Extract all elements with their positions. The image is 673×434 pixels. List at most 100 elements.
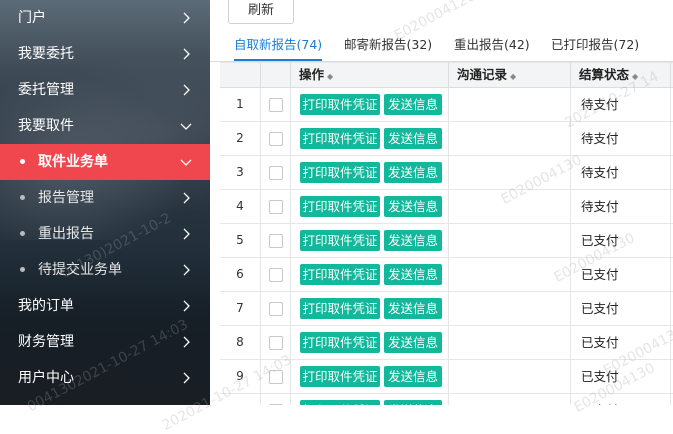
row-select-cell xyxy=(260,394,290,405)
payment-status: 待支付 xyxy=(570,190,670,223)
row-select-cell xyxy=(260,224,290,257)
sidebar-item-label: 我的订单 xyxy=(18,298,74,314)
sidebar-item-portal[interactable]: 门户 xyxy=(0,0,210,36)
row-actions: 打印取件凭证发送信息 xyxy=(290,360,448,393)
sidebar-item-reissue-reports[interactable]: 重出报告 xyxy=(0,216,210,252)
print-pickup-voucher-button[interactable]: 打印取件凭证 xyxy=(300,264,380,285)
print-pickup-voucher-button[interactable]: 打印取件凭证 xyxy=(300,94,380,115)
tab-self-pickup-new-reports[interactable]: 自取新报告(74) xyxy=(234,28,323,61)
sidebar-item-my-orders[interactable]: 我的订单 xyxy=(0,288,210,324)
send-message-button[interactable]: 发送信息 xyxy=(384,196,442,217)
bullet-icon xyxy=(20,159,25,164)
header-payment-status[interactable]: 结算状态 ◆ xyxy=(570,63,670,87)
sort-icon[interactable]: ◆ xyxy=(510,72,516,81)
row-checkbox[interactable] xyxy=(269,234,283,248)
row-actions: 打印取件凭证发送信息 xyxy=(290,88,448,121)
chevron-down-icon xyxy=(180,120,192,132)
communication-record-cell xyxy=(448,394,570,405)
row-checkbox[interactable] xyxy=(269,132,283,146)
print-pickup-voucher-button[interactable]: 打印取件凭证 xyxy=(300,298,380,319)
row-checkbox[interactable] xyxy=(269,370,283,384)
row-checkbox[interactable] xyxy=(269,268,283,282)
header-communication[interactable]: 沟通记录 ◆ xyxy=(448,63,570,87)
communication-record-cell xyxy=(448,326,570,359)
communication-record-cell xyxy=(448,88,570,121)
print-pickup-voucher-button[interactable]: 打印取件凭证 xyxy=(300,196,380,217)
table-row: 8 打印取件凭证 发送信息 已支付 xyxy=(220,326,673,360)
payment-status: 待支付 xyxy=(570,122,670,155)
row-index: 4 xyxy=(236,199,244,213)
communication-record-cell xyxy=(448,258,570,291)
sidebar-item-label: 报告管理 xyxy=(38,190,94,206)
header-ops-label: 操作 xyxy=(299,67,325,82)
sort-icon[interactable]: ◆ xyxy=(632,72,638,81)
sidebar: 门户我要委托 委托管理我要取件取件业务单报告管理重出报告待提交业务单我的订单财务管… xyxy=(0,0,210,405)
print-pickup-voucher-button[interactable]: 打印取件凭证 xyxy=(300,128,380,149)
row-checkbox[interactable] xyxy=(269,200,283,214)
row-index: 8 xyxy=(236,335,244,349)
send-message-button[interactable]: 发送信息 xyxy=(384,264,442,285)
row-checkbox[interactable] xyxy=(269,302,283,316)
chevron-right-icon xyxy=(180,336,192,348)
sidebar-item-label: 我要取件 xyxy=(18,118,74,134)
table-row: 5 打印取件凭证 发送信息 已支付 xyxy=(220,224,673,258)
tab-mailed-new-reports[interactable]: 邮寄新报告(32) xyxy=(344,28,432,61)
send-message-button[interactable]: 发送信息 xyxy=(384,298,442,319)
communication-record-cell xyxy=(448,292,570,325)
row-checkbox[interactable] xyxy=(269,98,283,112)
row-actions: 打印取件凭证发送信息 xyxy=(290,224,448,257)
sidebar-item-label: 重出报告 xyxy=(38,226,94,242)
tab-printed-reports[interactable]: 已打印报告(72) xyxy=(551,28,639,61)
payment-status: 已支付 xyxy=(570,258,670,291)
header-ops[interactable]: 操作 ◆ xyxy=(290,63,448,87)
print-pickup-voucher-button[interactable]: 打印取件凭证 xyxy=(300,162,380,183)
send-message-button[interactable]: 发送信息 xyxy=(384,128,442,149)
row-checkbox[interactable] xyxy=(269,336,283,350)
print-pickup-voucher-button[interactable]: 打印取件凭证 xyxy=(300,400,380,405)
chevron-down-icon xyxy=(180,156,192,168)
sidebar-item-pickup-orders[interactable]: 取件业务单 xyxy=(0,144,210,180)
row-select-cell xyxy=(260,326,290,359)
row-checkbox[interactable] xyxy=(269,166,283,180)
sidebar-item-label: 门户 xyxy=(18,10,46,26)
sidebar-item-report-management[interactable]: 报告管理 xyxy=(0,180,210,216)
bullet-icon xyxy=(20,195,25,200)
row-select-cell xyxy=(260,360,290,393)
sidebar-item-user-center[interactable]: 用户中心 xyxy=(0,360,210,396)
send-message-button[interactable]: 发送信息 xyxy=(384,366,442,387)
send-message-button[interactable]: 发送信息 xyxy=(384,400,442,405)
communication-record-cell xyxy=(448,190,570,223)
communication-record-cell xyxy=(448,122,570,155)
header-index xyxy=(220,63,260,87)
table-header: 操作 ◆ 沟通记录 ◆ 结算状态 ◆ xyxy=(220,62,673,88)
send-message-button[interactable]: 发送信息 xyxy=(384,230,442,251)
send-message-button[interactable]: 发送信息 xyxy=(384,332,442,353)
sidebar-item-pending-orders[interactable]: 待提交业务单 xyxy=(0,252,210,288)
bullet-icon xyxy=(20,231,25,236)
pickup-table: 操作 ◆ 沟通记录 ◆ 结算状态 ◆ 1 打印取件凭证 发送信息 待支付 2 打印取件凭证 发送信… xyxy=(220,62,673,405)
sidebar-item-finance-management[interactable]: 财务管理 xyxy=(0,324,210,360)
row-actions: 打印取件凭证发送信息 xyxy=(290,326,448,359)
sort-icon[interactable]: ◆ xyxy=(327,72,333,81)
chevron-right-icon xyxy=(180,192,192,204)
sidebar-item-commission-management[interactable]: 委托管理 xyxy=(0,72,210,108)
row-select-cell xyxy=(260,190,290,223)
chevron-right-icon xyxy=(180,228,192,240)
sidebar-item-my-commission[interactable]: 我要委托 xyxy=(0,36,210,72)
print-pickup-voucher-button[interactable]: 打印取件凭证 xyxy=(300,332,380,353)
bullet-icon xyxy=(20,267,25,272)
payment-status: 已支付 xyxy=(570,394,670,405)
send-message-button[interactable]: 发送信息 xyxy=(384,162,442,183)
sidebar-item-my-pickup[interactable]: 我要取件 xyxy=(0,108,210,144)
refresh-button[interactable]: 刷新 xyxy=(228,0,294,24)
payment-status: 待支付 xyxy=(570,156,670,189)
payment-status: 已支付 xyxy=(570,326,670,359)
print-pickup-voucher-button[interactable]: 打印取件凭证 xyxy=(300,366,380,387)
table-row: 10 打印取件凭证发送信息 已支付 xyxy=(220,394,673,405)
row-index: 10 xyxy=(220,394,260,405)
table-row: 4 打印取件凭证 发送信息 待支付 xyxy=(220,190,673,224)
tab-reissued-reports[interactable]: 重出报告(42) xyxy=(454,28,530,61)
row-actions: 打印取件凭证发送信息 xyxy=(290,292,448,325)
print-pickup-voucher-button[interactable]: 打印取件凭证 xyxy=(300,230,380,251)
send-message-button[interactable]: 发送信息 xyxy=(384,94,442,115)
